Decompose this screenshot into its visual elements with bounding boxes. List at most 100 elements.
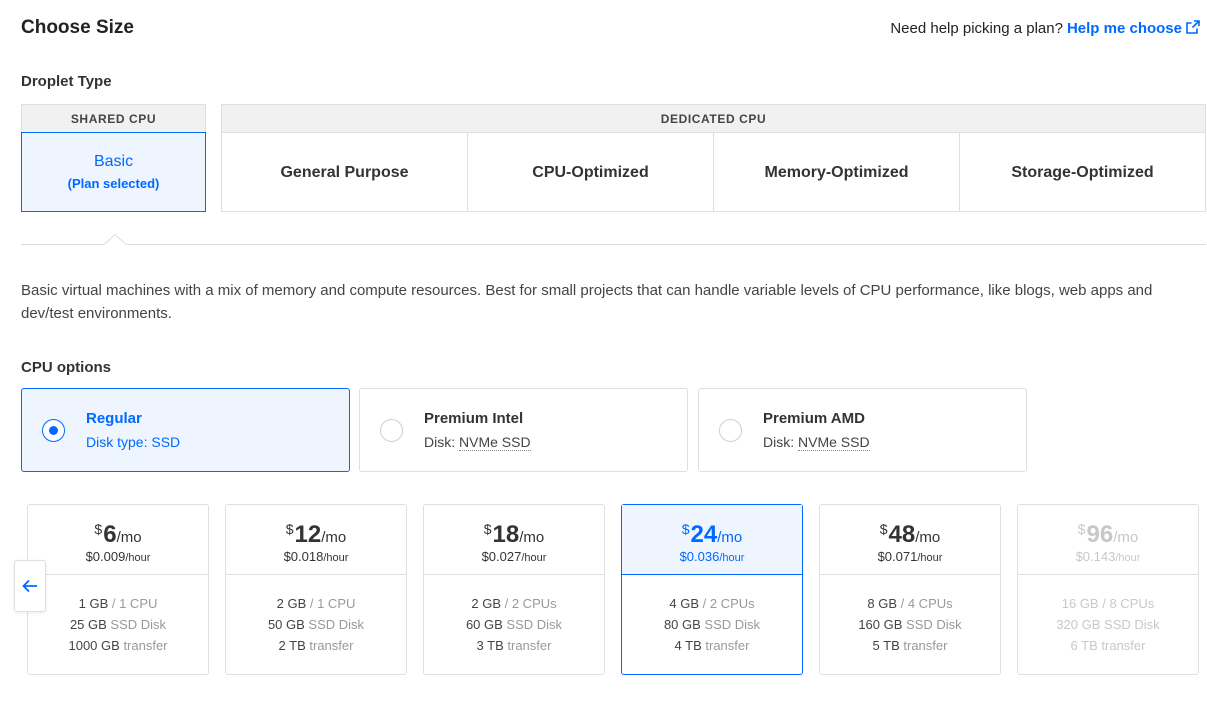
shared-cpu-heading: SHARED CPU	[22, 105, 205, 133]
hourly-price: $0.009/hour	[28, 549, 208, 564]
cpu-option-premium-amd[interactable]: Premium AMD Disk: NVMe SSD	[698, 388, 1027, 472]
monthly-price: 18	[492, 521, 520, 548]
memory: 2 GB	[276, 596, 307, 611]
per-hour: /hour	[719, 552, 745, 564]
cpu-optimized-option[interactable]: CPU-Optimized	[468, 133, 714, 212]
per-month: /mo	[116, 529, 142, 546]
per-hour: /hour	[521, 552, 547, 564]
currency-symbol: $	[1077, 521, 1086, 537]
hourly-price: $0.018/hour	[226, 549, 406, 564]
cpu-option-name: Premium Intel	[424, 410, 524, 427]
transfer-size: 5 TB	[872, 638, 900, 653]
monthly-price: 96	[1086, 521, 1114, 548]
shared-cpu-group: SHARED CPU Basic (Plan selected)	[21, 104, 206, 212]
plan-memory-cpu: 1 GB / 1 CPU	[28, 593, 208, 614]
plan-disk: 160 GB SSD Disk	[820, 614, 1000, 635]
dedicated-cpu-group: DEDICATED CPU General Purpose CPU-Optimi…	[221, 104, 1206, 212]
memory-optimized-option[interactable]: Memory-Optimized	[714, 133, 960, 212]
cpu-option-name: Regular	[86, 410, 142, 427]
help-me-choose-link[interactable]: Help me choose	[1067, 20, 1182, 37]
section-divider	[21, 244, 1206, 245]
hourly-value: $0.143	[1075, 549, 1116, 564]
monthly-price: 24	[690, 521, 718, 548]
plan-transfer: 2 TB transfer	[226, 635, 406, 656]
plan-disk: 60 GB SSD Disk	[424, 614, 604, 635]
disk-prefix: Disk:	[424, 434, 456, 450]
external-link-icon[interactable]	[1186, 20, 1200, 34]
plan-card-disabled: $96/mo $0.143/hour 16 GB / 8 CPUs 320 GB…	[1017, 504, 1199, 675]
cpu-count: / 1 CPU	[309, 596, 356, 611]
cpu-option-name: Premium AMD	[763, 410, 865, 427]
per-hour: /hour	[323, 552, 349, 564]
basic-label: Basic	[93, 153, 134, 170]
radio-icon[interactable]	[380, 419, 403, 442]
per-month: /mo	[915, 529, 941, 546]
per-hour: /hour	[125, 552, 151, 564]
plan-price: $18/mo	[424, 516, 604, 551]
disk-size: 80 GB	[663, 617, 701, 632]
basic-plan-option[interactable]: Basic (Plan selected)	[21, 132, 206, 212]
radio-icon[interactable]	[42, 419, 65, 442]
plan-transfer: 4 TB transfer	[622, 635, 802, 656]
cpu-option-regular[interactable]: Regular Disk type: SSD	[21, 388, 350, 472]
plan-price: $96/mo	[1018, 516, 1198, 551]
dedicated-cpu-heading: DEDICATED CPU	[222, 105, 1205, 133]
transfer-label: transfer	[507, 638, 552, 653]
hourly-price: $0.027/hour	[424, 549, 604, 564]
transfer-label: transfer	[309, 638, 354, 653]
radio-icon[interactable]	[719, 419, 742, 442]
plan-memory-cpu: 8 GB / 4 CPUs	[820, 593, 1000, 614]
memory: 8 GB	[867, 596, 897, 611]
help-text: Need help picking a plan?	[890, 20, 1063, 37]
hourly-value: $0.071	[877, 549, 918, 564]
help-prompt: Need help picking a plan? Help me choose	[890, 20, 1200, 37]
cpu-count: / 2 CPUs	[702, 596, 755, 611]
plan-card[interactable]: $12/mo $0.018/hour 2 GB / 1 CPU 50 GB SS…	[225, 504, 407, 675]
scroll-left-button[interactable]	[14, 560, 46, 612]
transfer-size: 1000 GB	[68, 638, 120, 653]
disk-size: 50 GB	[267, 617, 305, 632]
plan-card-selected[interactable]: $24/mo $0.036/hour 4 GB / 2 CPUs 80 GB S…	[621, 504, 803, 675]
disk-label: SSD Disk	[1104, 617, 1160, 632]
monthly-price: 12	[294, 521, 322, 548]
disk-label: SSD Disk	[704, 617, 761, 632]
plan-disk: 320 GB SSD Disk	[1018, 614, 1198, 635]
cpu-count: / 8 CPUs	[1102, 596, 1155, 611]
plan-card[interactable]: $18/mo $0.027/hour 2 GB / 2 CPUs 60 GB S…	[423, 504, 605, 675]
plan-card[interactable]: $48/mo $0.071/hour 8 GB / 4 CPUs 160 GB …	[819, 504, 1001, 675]
disk-size: 60 GB	[465, 617, 503, 632]
currency-symbol: $	[94, 521, 103, 537]
storage-optimized-option[interactable]: Storage-Optimized	[960, 133, 1205, 212]
currency-symbol: $	[285, 521, 294, 537]
hourly-value: $0.009	[85, 549, 126, 564]
disk-value: NVMe SSD	[459, 434, 531, 451]
plan-price: $48/mo	[820, 516, 1000, 551]
per-month: /mo	[1113, 529, 1139, 546]
plan-price: $12/mo	[226, 516, 406, 551]
droplet-type-label: Droplet Type	[21, 73, 112, 90]
hourly-price: $0.036/hour	[622, 549, 802, 564]
plan-memory-cpu: 4 GB / 2 CPUs	[622, 593, 802, 614]
cpu-options-label: CPU options	[21, 359, 111, 376]
transfer-label: transfer	[1101, 638, 1146, 653]
transfer-label: transfer	[123, 638, 168, 653]
disk-size: 160 GB	[858, 617, 903, 632]
plan-disk: 50 GB SSD Disk	[226, 614, 406, 635]
hourly-value: $0.036	[679, 549, 720, 564]
disk-label: SSD Disk	[110, 617, 167, 632]
cpu-count: / 2 CPUs	[504, 596, 557, 611]
monthly-price: 6	[103, 521, 117, 548]
monthly-price: 48	[888, 521, 916, 548]
disk-label: SSD Disk	[308, 617, 365, 632]
memory: 1 GB	[78, 596, 109, 611]
cpu-option-disk: Disk: NVMe SSD	[763, 434, 870, 451]
cpu-count: / 1 CPU	[111, 596, 158, 611]
disk-prefix: Disk:	[763, 434, 795, 450]
plan-card[interactable]: $6/mo $0.009/hour 1 GB / 1 CPU 25 GB SSD…	[27, 504, 209, 675]
per-month: /mo	[519, 529, 545, 546]
general-purpose-option[interactable]: General Purpose	[222, 133, 468, 212]
transfer-size: 3 TB	[476, 638, 504, 653]
per-hour: /hour	[917, 552, 943, 564]
disk-value: NVMe SSD	[798, 434, 870, 451]
cpu-option-premium-intel[interactable]: Premium Intel Disk: NVMe SSD	[359, 388, 688, 472]
